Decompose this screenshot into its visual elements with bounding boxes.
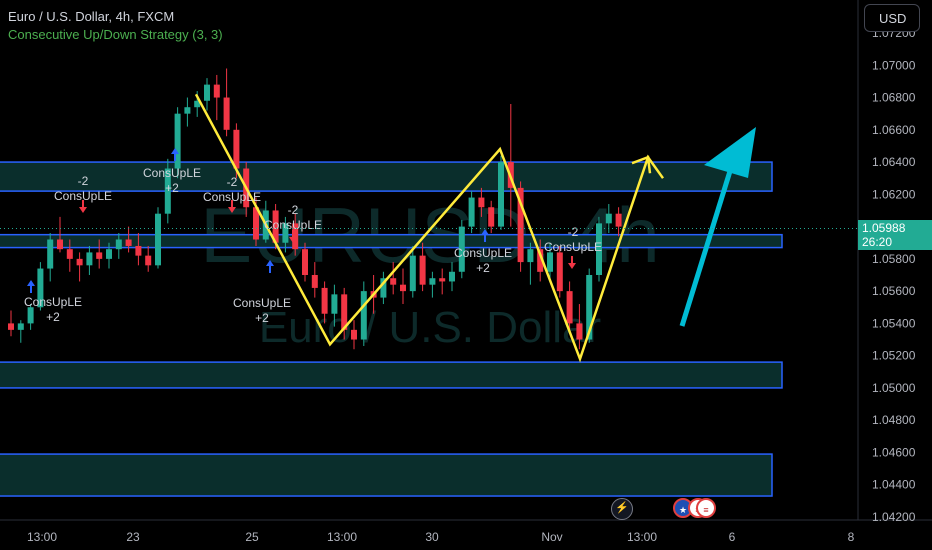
x-tick-label: 13:00 [27, 530, 57, 544]
candle-body [321, 287, 328, 314]
signal-label: ConsUpLE [143, 166, 201, 180]
watermark-name: Euro / U.S. Dollar [259, 303, 601, 352]
support-resistance-zone [0, 453, 773, 497]
y-tick-label: 1.04200 [872, 510, 916, 524]
candle-body [615, 213, 622, 227]
last-price-value: 1.05988 [862, 221, 906, 235]
y-tick-label: 1.06600 [872, 123, 916, 137]
candle-body [302, 249, 308, 275]
signal-qty: -2 [288, 203, 299, 217]
x-tick-label: 8 [848, 530, 855, 544]
candle-body [213, 84, 220, 98]
signal-qty: -2 [78, 174, 89, 188]
x-tick-label: 13:00 [327, 530, 357, 544]
candle-body [106, 249, 112, 259]
candle-body [204, 84, 210, 101]
signal-label: ConsUpLE [233, 296, 291, 310]
candle-body [155, 213, 161, 266]
y-tick-label: 1.06400 [872, 155, 916, 169]
candle-body [439, 278, 446, 282]
candle-body [419, 255, 426, 285]
candle-body [223, 97, 230, 130]
x-tick-label: Nov [541, 530, 562, 544]
strategy-title: Consecutive Up/Down Strategy (3, 3) [8, 27, 223, 42]
candle-body [125, 239, 132, 246]
candle-body [184, 107, 191, 114]
signal-qty: +2 [46, 310, 60, 324]
x-tick-label: 23 [126, 530, 140, 544]
candle-body [331, 294, 338, 314]
candle-body [409, 255, 416, 292]
support-resistance-zone [0, 361, 783, 389]
y-tick-label: 1.07000 [872, 58, 916, 72]
candle-body [76, 258, 83, 266]
chart-legend: Euro / U.S. Dollar, 4h, FXCM Consecutive… [8, 8, 223, 44]
currency-button[interactable]: USD [864, 4, 920, 32]
y-tick-label: 1.05200 [872, 349, 916, 363]
candle-body [66, 249, 73, 259]
y-tick-label: 1.06800 [872, 91, 916, 105]
symbol-title: Euro / U.S. Dollar, 4h, FXCM [8, 9, 175, 24]
candle-body [27, 307, 34, 324]
lightning-icon[interactable]: ⚡ [611, 498, 633, 520]
bar-countdown: 26:20 [862, 235, 893, 249]
y-tick-label: 1.05400 [872, 316, 916, 330]
candle-body [351, 329, 357, 340]
price-chart[interactable]: EURUSD, 4hEuro / U.S. DollarConsUpLE+2-2… [0, 0, 932, 550]
candle-body [498, 162, 504, 227]
x-tick-label: 30 [425, 530, 439, 544]
candle-body [478, 197, 485, 208]
candle-body [233, 129, 240, 169]
candle-body [57, 239, 63, 250]
candle-body [86, 252, 93, 266]
candle-body [605, 213, 612, 224]
candle-body [527, 249, 534, 263]
candle-body [468, 197, 475, 227]
signal-arrowhead [79, 207, 87, 213]
candle-body [449, 271, 455, 282]
candle-body [145, 255, 152, 266]
x-tick-label: 6 [729, 530, 736, 544]
us-flag-icon[interactable]: ≡ [696, 498, 716, 518]
y-tick-label: 1.06200 [872, 187, 916, 201]
y-tick-label: 1.04400 [872, 478, 916, 492]
last-price-label: 1.05988 26:20 [858, 220, 932, 250]
x-tick-label: 25 [245, 530, 259, 544]
signal-qty: -2 [227, 175, 238, 189]
candle-body [135, 245, 142, 256]
y-tick-label: 1.05600 [872, 284, 916, 298]
candle-body [556, 252, 563, 292]
y-tick-label: 1.04800 [872, 413, 916, 427]
candle-body [390, 278, 397, 285]
candle-body [360, 291, 367, 340]
y-tick-label: 1.05000 [872, 381, 916, 395]
candle-body [96, 252, 103, 259]
candle-body [566, 291, 573, 324]
candle-body [17, 323, 24, 330]
candle-body [429, 278, 436, 285]
candle-body [547, 252, 553, 272]
signal-arrowhead [27, 280, 35, 286]
y-tick-label: 1.05800 [872, 252, 916, 266]
support-resistance-zone [0, 161, 773, 192]
candle-body [488, 207, 495, 227]
candle-body [576, 323, 583, 340]
y-tick-label: 1.04600 [872, 445, 916, 459]
signal-label: ConsUpLE [454, 246, 512, 260]
signal-label: ConsUpLE [264, 218, 322, 232]
candle-body [400, 284, 406, 292]
signal-qty: -2 [568, 225, 579, 239]
candle-body [47, 239, 54, 269]
signal-qty: +2 [165, 181, 179, 195]
signal-label: ConsUpLE [544, 240, 602, 254]
candle-body [8, 323, 14, 330]
candle-body [115, 239, 122, 250]
signal-qty: +2 [476, 261, 490, 275]
candle-body [311, 275, 318, 288]
x-tick-label: 13:00 [627, 530, 657, 544]
signal-label: ConsUpLE [24, 295, 82, 309]
signal-qty: +2 [255, 311, 269, 325]
